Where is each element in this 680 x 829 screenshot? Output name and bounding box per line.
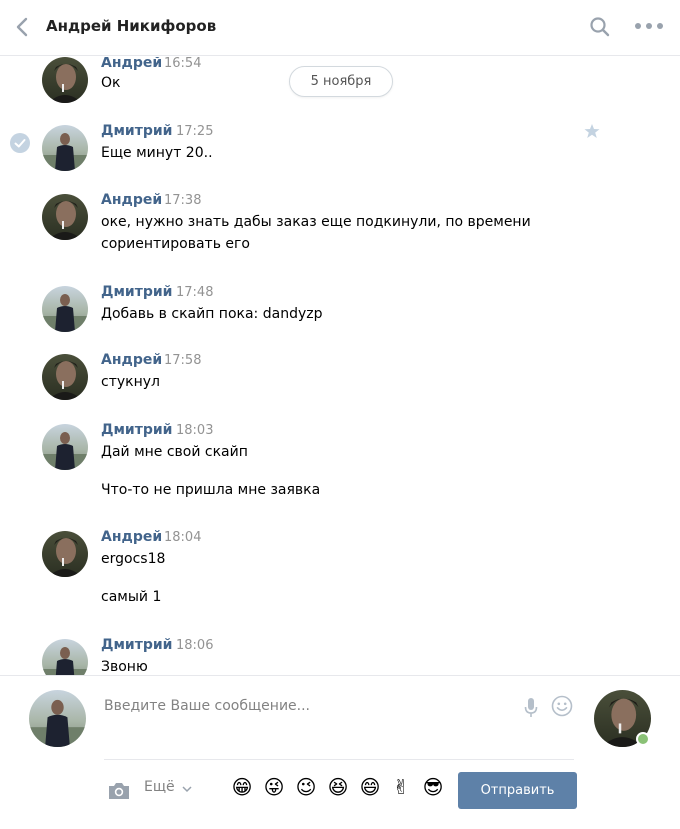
- microphone-icon[interactable]: [524, 697, 538, 719]
- message-composer: Введите Ваше сообщение... Ещё 😁 😜 😉 😆 😄 …: [0, 675, 680, 829]
- emoji-picker-icon[interactable]: [551, 695, 573, 717]
- camera-icon[interactable]: [107, 781, 131, 801]
- emoji-smile[interactable]: 😄: [358, 775, 382, 799]
- chat-header: Андрей Никифоров: [0, 0, 680, 56]
- online-status-indicator: [636, 732, 650, 746]
- my-avatar[interactable]: [29, 690, 86, 747]
- avatar[interactable]: [42, 639, 88, 675]
- star-icon[interactable]: [584, 123, 600, 139]
- message-text: стукнул: [101, 374, 160, 390]
- message-time: 16:54: [164, 57, 202, 71]
- emoji-wink[interactable]: 😉: [294, 775, 318, 799]
- message-author[interactable]: Андрей: [101, 352, 162, 368]
- message-text: самый 1: [101, 589, 162, 605]
- message-text: оке, нужно знать дабы заказ еще подкинул…: [101, 214, 531, 230]
- selected-check-icon[interactable]: [10, 133, 30, 153]
- emoji-laughing[interactable]: 😆: [326, 775, 350, 799]
- message-time: 17:58: [164, 353, 202, 368]
- emoji-victory-hand[interactable]: ✌: [389, 775, 413, 799]
- chat-title[interactable]: Андрей Никифоров: [46, 17, 216, 35]
- avatar[interactable]: [42, 125, 88, 171]
- message-text: Дай мне свой скайп: [101, 444, 248, 460]
- message-author[interactable]: Андрей: [101, 192, 162, 208]
- message-time: 18:03: [176, 423, 214, 438]
- message-author[interactable]: Дмитрий: [101, 422, 172, 438]
- emoji-sunglasses[interactable]: 😎: [421, 775, 445, 799]
- emoji-grin[interactable]: 😁: [230, 775, 254, 799]
- message-time: 18:06: [176, 638, 214, 653]
- back-arrow-icon[interactable]: [14, 16, 32, 38]
- message-time: 17:38: [164, 193, 202, 208]
- more-options-icon[interactable]: [633, 18, 665, 34]
- search-icon[interactable]: [589, 16, 611, 38]
- message-text: ergocs18: [101, 551, 166, 567]
- message-text: Звоню: [101, 659, 148, 675]
- message-time: 18:04: [164, 530, 202, 545]
- message-author[interactable]: Дмитрий: [101, 637, 172, 653]
- message-text: сориентировать его: [101, 236, 250, 252]
- avatar[interactable]: [42, 286, 88, 332]
- message-author[interactable]: Андрей: [101, 57, 162, 71]
- message-author[interactable]: Дмитрий: [101, 284, 172, 300]
- message-text: Что-то не пришла мне заявка: [101, 482, 321, 498]
- emoji-wink-tongue[interactable]: 😜: [262, 775, 286, 799]
- message-text: Ок: [101, 75, 121, 91]
- message-time: 17:25: [176, 124, 214, 139]
- send-button[interactable]: Отправить: [458, 772, 577, 809]
- composer-toolbar: Ещё 😁 😜 😉 😆 😄 ✌ 😎 Отправить: [0, 772, 680, 812]
- message-input[interactable]: [104, 694, 574, 760]
- avatar[interactable]: [42, 57, 88, 103]
- more-attachments-button[interactable]: Ещё: [144, 779, 175, 795]
- avatar[interactable]: [42, 424, 88, 470]
- message-time: 17:48: [176, 285, 214, 300]
- avatar[interactable]: [42, 194, 88, 240]
- message-text: Еще минут 20..: [101, 145, 213, 161]
- avatar[interactable]: [42, 354, 88, 400]
- message-author[interactable]: Андрей: [101, 529, 162, 545]
- message-author[interactable]: Дмитрий: [101, 123, 172, 139]
- chevron-down-icon[interactable]: [182, 785, 192, 793]
- message-list[interactable]: Андрей 16:54 Ок 5 ноября Дмитрий 17:25 Е…: [0, 57, 680, 675]
- message-text: Добавь в скайп пока: dandyzp: [101, 306, 323, 322]
- avatar[interactable]: [42, 531, 88, 577]
- date-divider: 5 ноября: [289, 66, 393, 97]
